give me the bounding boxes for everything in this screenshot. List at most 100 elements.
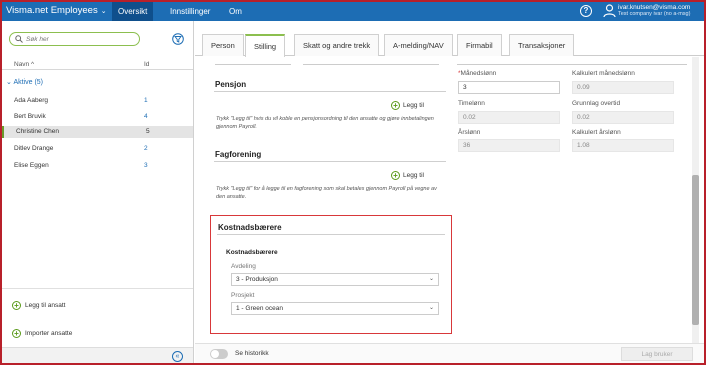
employee-id: 5 (146, 128, 150, 135)
divider (2, 288, 193, 289)
list-item[interactable]: Ada Aaberg 1 (2, 95, 193, 107)
list-header: Navn ^ Id (2, 58, 193, 70)
yearly-salary-value: 36 (458, 139, 560, 152)
tab-person[interactable]: Person (202, 34, 244, 56)
history-toggle[interactable] (210, 349, 228, 359)
calc-monthly-label: Kalkulert månedslønn (572, 70, 635, 77)
filter-icon[interactable] (172, 33, 184, 45)
import-employees-label: Importer ansatte (25, 330, 73, 337)
chevron-down-icon: ⌄ (428, 305, 434, 311)
project-label: Prosjekt (231, 292, 255, 299)
app-frame: Visma.net Employees ⌄ Oversikt Innstilli… (0, 0, 706, 365)
employee-name: Bert Bruvik (14, 113, 46, 120)
user-info[interactable]: ivar.knutsen@visma.com Test company ivar… (618, 4, 690, 18)
employee-detail-panel: Person Stilling Skatt og andre trekk A-m… (195, 21, 704, 363)
divider (217, 234, 445, 235)
collapse-strip: « (2, 347, 193, 363)
add-union-label: Legg til (403, 172, 424, 179)
hourly-wage-value: 0.02 (458, 111, 560, 124)
import-employees-button[interactable]: + Importer ansatte (12, 329, 72, 338)
add-employee-label: Legg til ansatt (25, 302, 66, 309)
group-active[interactable]: ⌄ Aktive (5) (6, 78, 43, 86)
tab-transaksjoner[interactable]: Transaksjoner (509, 34, 575, 56)
create-user-button[interactable]: Lag bruker (621, 347, 693, 361)
tab-content: Pensjon + Legg til Trykk "Legg til" hvis… (195, 57, 694, 343)
history-label: Se historikk (235, 350, 269, 357)
help-icon[interactable]: ? (580, 5, 592, 17)
monthly-salary-label: *Månedslønn (458, 70, 497, 77)
user-email: ivar.knutsen@visma.com (618, 4, 691, 11)
overtime-value: 0.02 (572, 111, 674, 124)
pay-fields: *Månedslønn 3 Kalkulert månedslønn 0.09 … (457, 57, 693, 177)
user-icon[interactable] (603, 4, 616, 18)
list-item-selected[interactable]: Christine Chen 5 (2, 126, 193, 138)
employee-id: 4 (144, 113, 148, 120)
column-name-header[interactable]: Navn ^ (14, 61, 34, 68)
overtime-label: Grunnlag overtid (572, 100, 621, 107)
top-bar: Visma.net Employees ⌄ Oversikt Innstilli… (2, 2, 704, 21)
divider (303, 64, 439, 65)
nav-om[interactable]: Om (223, 2, 248, 21)
list-item[interactable]: Elise Eggen 3 (2, 160, 193, 172)
cost-carrier-section: Kostnadsbærere Kostnadsbærere Avdeling 3… (210, 215, 452, 334)
employee-name: Elise Eggen (14, 162, 49, 169)
divider (214, 91, 446, 92)
union-help-text: Trykk "Legg til" for å legge til en fagf… (216, 186, 437, 200)
plus-icon: + (12, 329, 21, 338)
pension-help-text: Trykk "Legg til" hvis du vil koble en pe… (216, 116, 434, 130)
employee-id: 3 (144, 162, 148, 169)
toggle-knob (211, 350, 219, 358)
yearly-salary-label: Årslønn (458, 129, 481, 136)
tab-a-melding[interactable]: A-melding/NAV (384, 34, 453, 56)
union-title: Fagforening (215, 150, 262, 159)
search-box[interactable] (9, 32, 140, 46)
calc-yearly-value: 1.08 (572, 139, 674, 152)
column-id-header[interactable]: Id (144, 61, 149, 68)
project-select[interactable]: 1 - Green ocean ⌄ (231, 302, 439, 315)
chevron-down-icon: ⌄ (428, 276, 434, 282)
user-company: Test company ivar (no a-msg) (618, 11, 691, 17)
cost-subtitle: Kostnadsbærere (226, 249, 278, 256)
department-select[interactable]: 3 - Produksjon ⌄ (231, 273, 439, 286)
chevron-down-icon: ⌄ (100, 7, 107, 15)
calc-yearly-label: Kalkulert årslønn (572, 129, 621, 136)
bottom-bar: Se historikk Lag bruker (195, 343, 704, 363)
tab-bar: Person Stilling Skatt og andre trekk A-m… (195, 29, 704, 57)
plus-icon: + (12, 301, 21, 310)
vertical-scrollbar[interactable] (692, 57, 699, 343)
collapse-panel-icon[interactable]: « (172, 351, 183, 362)
list-item[interactable]: Ditlev Drange 2 (2, 143, 193, 155)
tab-firmabil[interactable]: Firmabil (457, 34, 502, 56)
scrollbar-thumb[interactable] (692, 175, 699, 325)
divider (457, 64, 687, 65)
department-label: Avdeling (231, 263, 256, 270)
plus-icon: + (391, 171, 400, 180)
chevron-down-icon: ⌄ (6, 79, 12, 86)
employee-name: Ditlev Drange (14, 145, 54, 152)
employee-name: Ada Aaberg (14, 97, 48, 104)
employee-name: Christine Chen (16, 128, 59, 135)
employee-list-panel: Navn ^ Id ⌄ Aktive (5) Ada Aaberg 1 Bert… (2, 21, 194, 363)
add-union-button[interactable]: + Legg til (391, 171, 424, 180)
project-value: 1 - Green ocean (236, 305, 283, 312)
tab-skatt[interactable]: Skatt og andre trekk (294, 34, 380, 56)
employee-id: 2 (144, 145, 148, 152)
add-employee-button[interactable]: + Legg til ansatt (12, 301, 65, 310)
list-item[interactable]: Bert Bruvik 4 (2, 111, 193, 123)
divider (215, 64, 291, 65)
tab-stilling[interactable]: Stilling (245, 34, 286, 57)
hourly-wage-label: Timelønn (458, 100, 485, 107)
monthly-salary-input[interactable]: 3 (458, 81, 560, 94)
cost-title: Kostnadsbærere (218, 223, 282, 232)
add-pension-button[interactable]: + Legg til (391, 101, 424, 110)
nav-oversikt[interactable]: Oversikt (112, 2, 154, 21)
search-icon (15, 35, 23, 43)
nav-innstillinger[interactable]: Innstillinger (164, 2, 216, 21)
app-title: Visma.net Employees (6, 5, 98, 16)
employee-id: 1 (144, 97, 148, 104)
calc-monthly-value: 0.09 (572, 81, 674, 94)
add-pension-label: Legg til (403, 102, 424, 109)
search-input[interactable] (26, 35, 136, 43)
plus-icon: + (391, 101, 400, 110)
app-switcher[interactable]: Visma.net Employees ⌄ (6, 5, 107, 16)
